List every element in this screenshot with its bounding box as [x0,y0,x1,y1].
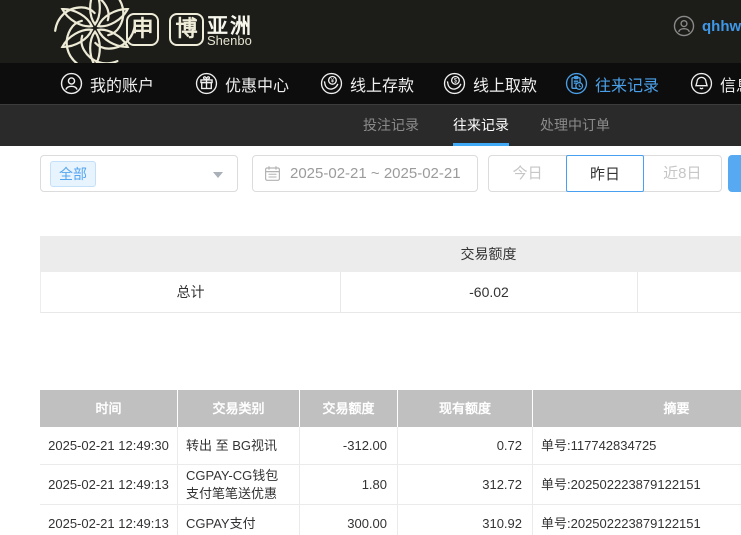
type-selected-tag: 全部 [50,161,96,187]
summary-empty-cell [638,272,741,312]
quick-date-group: 今日 昨日 近8日 [488,155,722,192]
nav-item-withdraw[interactable]: $ 线上取款 [443,63,537,104]
records-icon [565,72,588,95]
table-header-row: 时间 交易类别 交易额度 现有额度 摘要 [40,390,741,427]
cell-balance: 312.72 [398,465,533,504]
main-nav: 我的账户 优惠中心 [0,63,741,104]
nav-label: 优惠中心 [225,72,289,96]
summary-total-label: 总计 [41,272,341,312]
search-button[interactable] [728,155,741,192]
tab-pending-orders[interactable]: 处理中订单 [540,105,610,146]
date-range-value: 2025-02-21 ~ 2025-02-21 [290,165,461,182]
cell-amount: 300.00 [300,505,398,535]
nav-label: 线上取款 [473,72,537,96]
type-select[interactable]: 全部 [40,155,238,192]
summary-total-row: 总计 -60.02 [40,272,741,313]
cell-memo: 单号:202502223879122151 [533,505,741,535]
cell-time: 2025-02-21 12:49:13 [40,465,178,504]
nav-label: 我的账户 [90,72,154,96]
summary-total-value: -60.02 [341,272,638,312]
cell-type: CGPAY支付 [178,505,300,535]
chevron-down-icon [213,172,223,178]
summary-header-row: 交易额度 [40,236,741,272]
user-icon [60,72,83,95]
svg-text:$: $ [454,78,458,85]
col-header-type: 交易类别 [178,390,300,427]
withdraw-icon: $ [443,72,466,95]
svg-text:¥: ¥ [331,77,335,84]
col-header-amount: 交易额度 [300,390,398,427]
transactions-table: 时间 交易类别 交易额度 现有额度 摘要 2025-02-21 12:49:30… [40,390,741,535]
user-account[interactable]: qhhw [673,15,741,37]
avatar-icon [673,15,695,37]
top-brand-bar: 申 博 亚洲 Shenbo qhhw [0,0,741,63]
quick-btn-today[interactable]: 今日 [489,156,566,191]
bell-icon [690,72,713,95]
page: 申 博 亚洲 Shenbo qhhw 我的账户 [0,0,741,535]
nav-label: 线上存款 [350,72,414,96]
nav-item-records[interactable]: 往来记录 [565,63,659,104]
cell-type: CGPAY-CG钱包支付笔笔送优惠 [178,465,300,504]
username[interactable]: qhhw [702,18,741,35]
brand-char-bo: 博 [169,13,204,46]
calendar-icon [264,165,281,182]
cell-memo: 单号:117742834725 [533,427,741,464]
tab-transaction-records[interactable]: 往来记录 [453,105,509,146]
cell-balance: 310.92 [398,505,533,535]
nav-item-deposit[interactable]: ¥ 线上存款 [320,63,414,104]
quick-btn-yesterday[interactable]: 昨日 [566,155,643,192]
nav-label: 往来记录 [595,72,659,96]
cell-amount: 1.80 [300,465,398,504]
summary-header-amount: 交易额度 [340,244,637,264]
cell-time: 2025-02-21 12:49:13 [40,505,178,535]
cell-balance: 0.72 [398,427,533,464]
deposit-icon: ¥ [320,72,343,95]
nav-item-messages[interactable]: 信息 [690,63,741,104]
summary-table: 交易额度 总计 -60.02 [40,236,741,313]
nav-item-promotions[interactable]: 优惠中心 [195,63,289,104]
tab-betting-records[interactable]: 投注记录 [363,105,419,146]
date-range-input[interactable]: 2025-02-21 ~ 2025-02-21 [252,155,478,192]
sub-tabbar: 投注记录 往来记录 处理中订单 [0,104,741,146]
table-row: 2025-02-21 12:49:13 CGPAY-CG钱包支付笔笔送优惠 1.… [40,465,741,505]
quick-btn-last8days[interactable]: 近8日 [644,156,721,191]
gift-icon [195,72,218,95]
brand-latin: Shenbo [207,33,252,48]
col-header-time: 时间 [40,390,178,427]
col-header-memo: 摘要 [533,390,741,427]
nav-label: 信息 [720,72,741,96]
brand-char-shen: 申 [126,13,159,46]
table-row: 2025-02-21 12:49:13 CGPAY支付 300.00 310.9… [40,505,741,535]
table-row: 2025-02-21 12:49:30 转出 至 BG视讯 -312.00 0.… [40,427,741,465]
cell-time: 2025-02-21 12:49:30 [40,427,178,464]
cell-memo: 单号:202502223879122151 [533,465,741,504]
nav-item-my-account[interactable]: 我的账户 [60,63,154,104]
col-header-balance: 现有额度 [398,390,533,427]
cell-amount: -312.00 [300,427,398,464]
cell-type: 转出 至 BG视讯 [178,427,300,464]
